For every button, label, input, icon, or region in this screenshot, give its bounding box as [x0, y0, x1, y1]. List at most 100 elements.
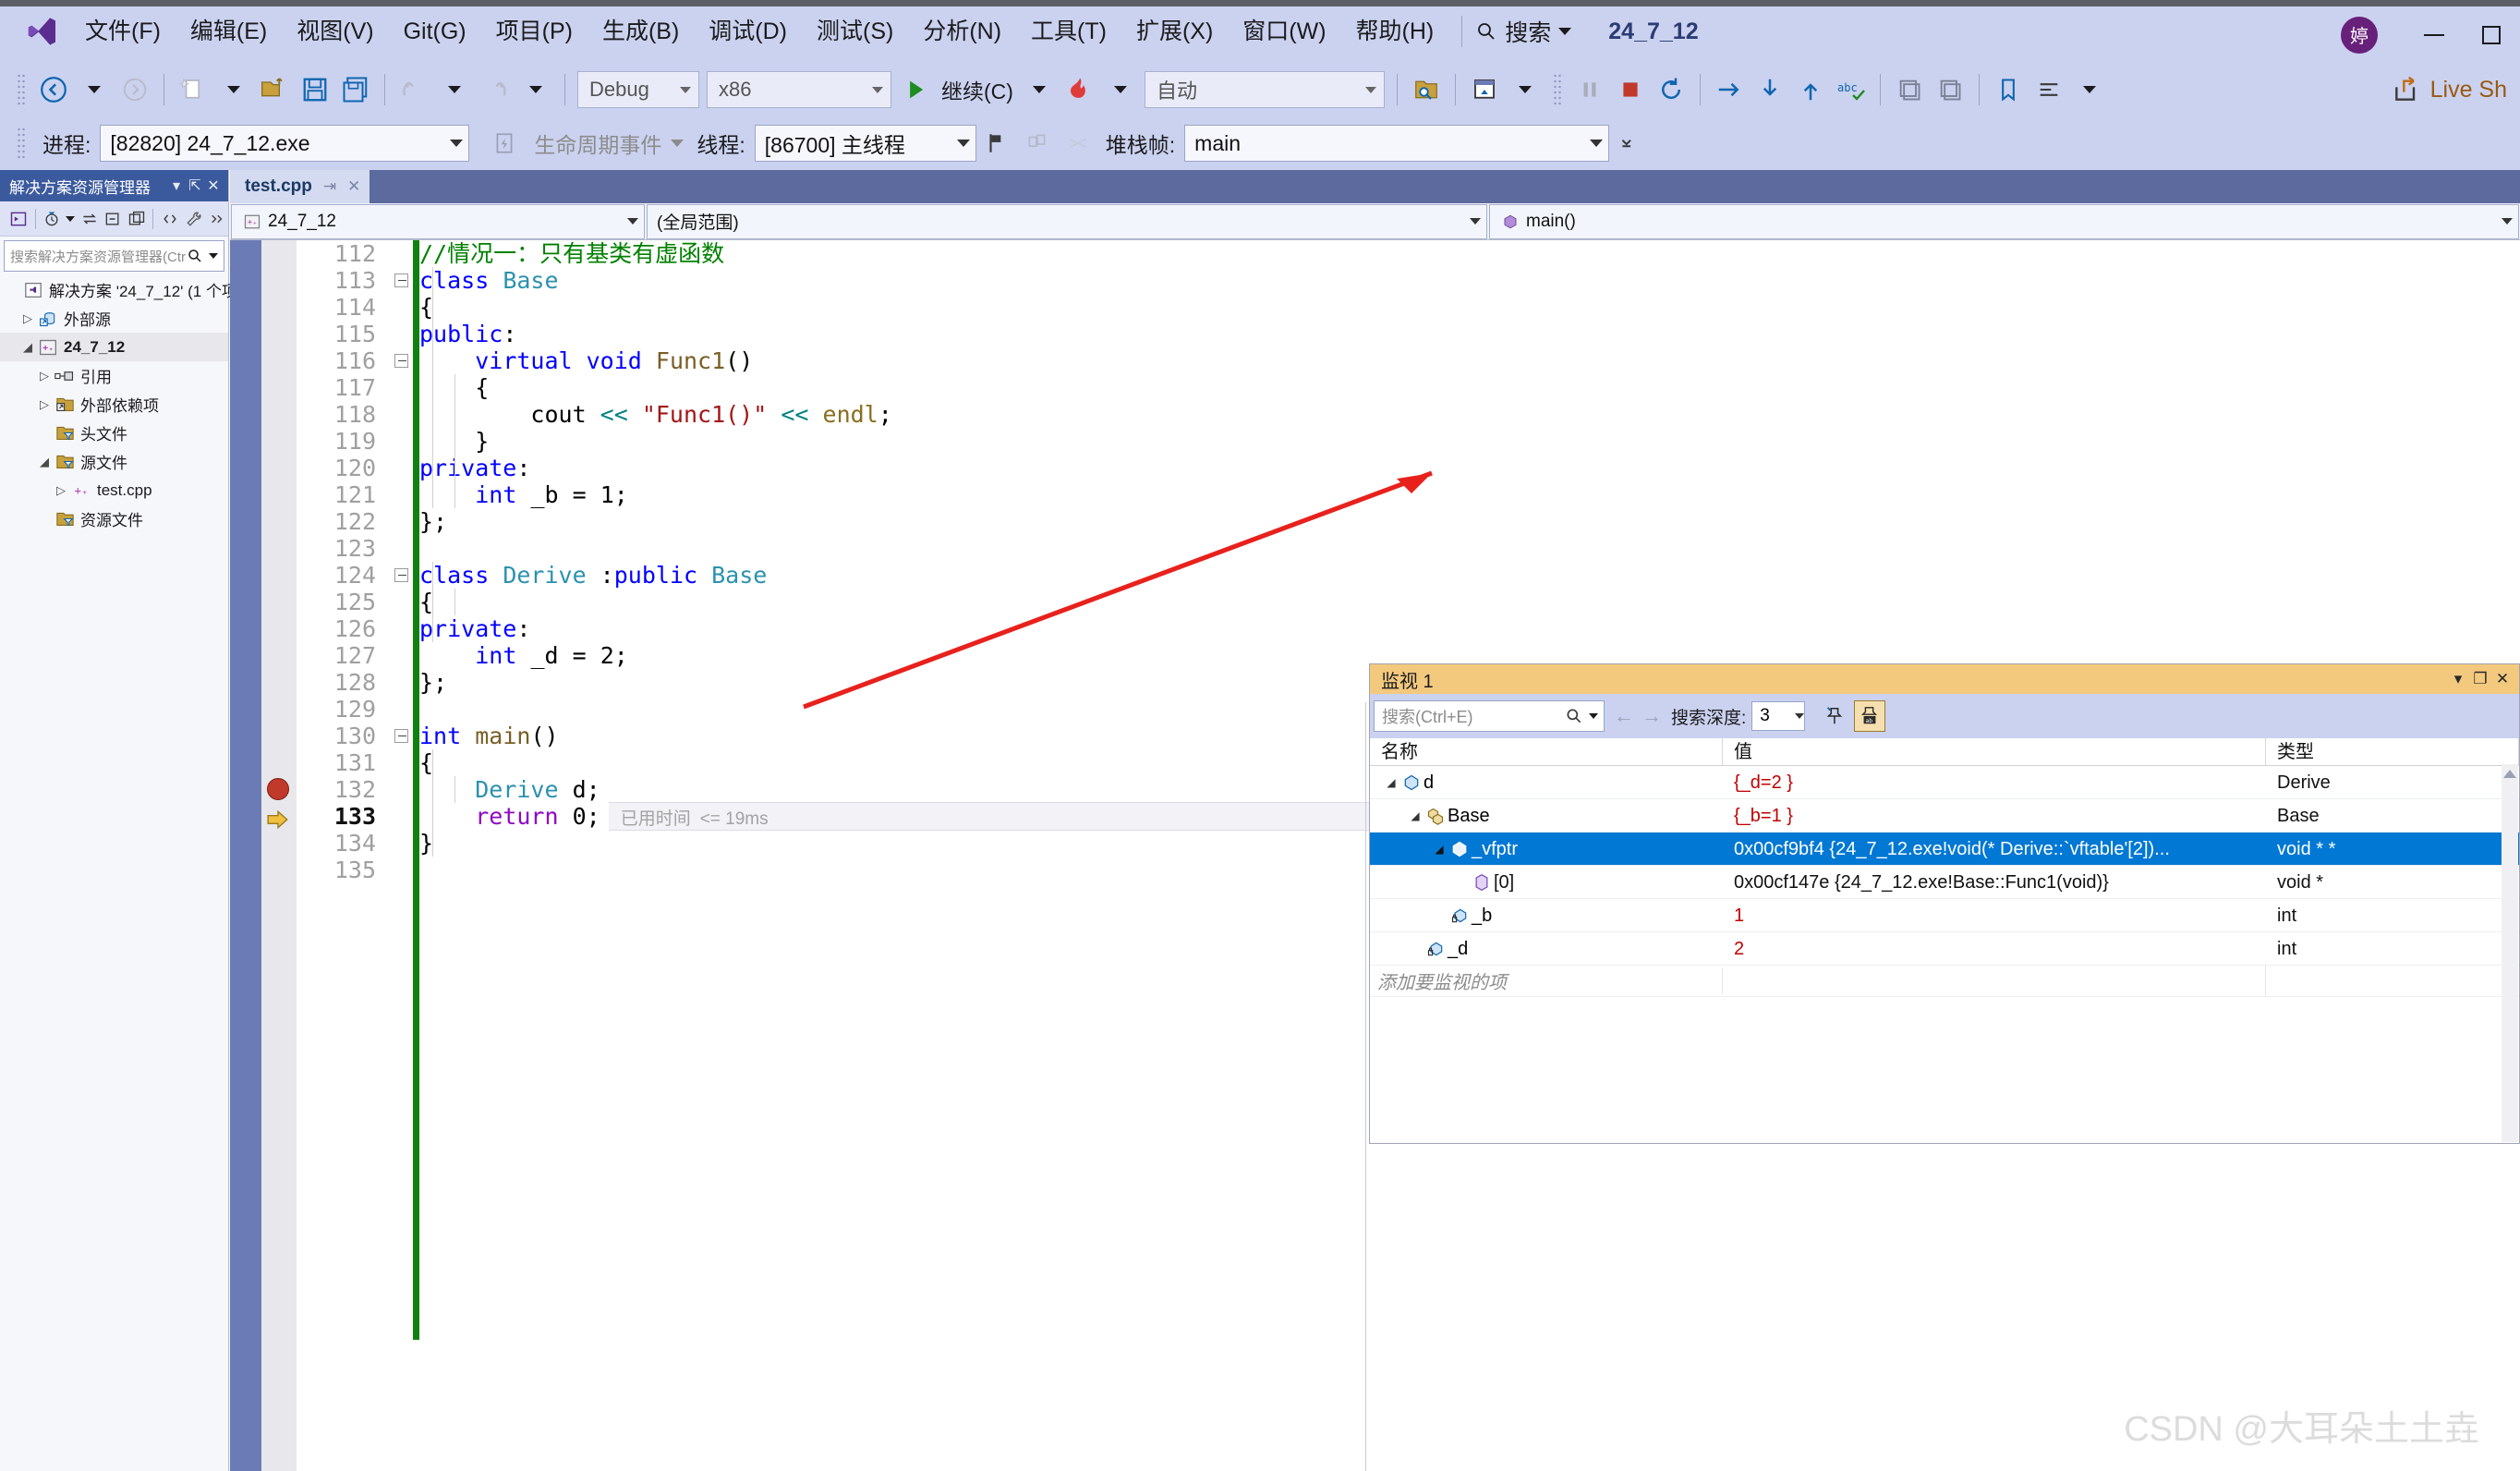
watch-row-name-cell[interactable]: _d [1370, 932, 1723, 966]
save-button[interactable] [295, 69, 335, 110]
tree-item-header-files[interactable]: 头文件 [0, 419, 228, 447]
search-depth-combo[interactable]: 3 [1751, 701, 1806, 731]
undo-button[interactable] [394, 69, 434, 110]
pin-icon[interactable]: ⇱ [186, 176, 204, 195]
redo-dropdown[interactable] [515, 69, 556, 110]
fold-toggle[interactable] [389, 562, 413, 589]
close-icon[interactable]: ✕ [2491, 670, 2514, 688]
tree-item-resource-files[interactable]: 资源文件 [0, 505, 228, 533]
step-into-button[interactable] [1709, 69, 1750, 110]
tree-item-test-cpp[interactable]: ▷ +₊ test.cpp [0, 476, 228, 505]
chevron-down-icon[interactable] [65, 206, 77, 232]
code-view-icon[interactable] [159, 206, 181, 232]
hex-display-button[interactable]: ab [1854, 700, 1886, 732]
watch-scrollbar[interactable] [2502, 764, 2518, 1142]
save-all-button[interactable] [335, 69, 376, 110]
watch-row-name-cell[interactable]: ◢ d [1370, 766, 1723, 799]
new-window-icon[interactable] [126, 206, 148, 232]
navigate-back-dropdown[interactable] [74, 69, 115, 110]
menu-file[interactable]: 文件(F) [70, 15, 176, 49]
pin-button[interactable] [1818, 700, 1849, 732]
menu-extensions[interactable]: 扩展(X) [1121, 15, 1228, 49]
avatar[interactable]: 婷 [2341, 16, 2378, 54]
step-out-button[interactable] [1790, 69, 1831, 110]
solution-platform-combo[interactable]: x86 [707, 71, 891, 108]
flag-thread-button[interactable] [976, 123, 1017, 164]
fold-margin[interactable] [389, 240, 413, 1471]
minimize-button[interactable] [2405, 6, 2463, 63]
fold-toggle[interactable] [389, 723, 413, 749]
redo-button[interactable] [475, 69, 515, 110]
tree-arrow[interactable]: ▷ [35, 397, 54, 412]
watch-value[interactable]: 1 [1723, 899, 2266, 932]
fold-toggle[interactable] [389, 347, 413, 374]
solution-explorer-search[interactable]: 搜索解决方案资源管理器(Ctrl+; [4, 240, 224, 272]
collapse-all-icon[interactable] [102, 206, 124, 232]
menu-build[interactable]: 生成(B) [588, 15, 694, 49]
watch-row[interactable]: ◢ Base {_b=1 } Base [1370, 799, 2519, 833]
watch-row[interactable]: [0] 0x00cf147e {24_7_12.exe!Base::Func1(… [1370, 866, 2519, 899]
navigate-forward-button[interactable] [115, 69, 155, 110]
show-threads-button[interactable] [1017, 123, 1058, 164]
column-header-type[interactable]: 类型 [2266, 738, 2519, 765]
expand-arrow[interactable]: ◢ [1431, 833, 1448, 866]
debug-toolbar-overflow[interactable] [1609, 123, 1650, 164]
continue-label[interactable]: 继续(C) [941, 74, 1013, 105]
menu-help[interactable]: 帮助(H) [1341, 15, 1449, 49]
new-file-dropdown[interactable] [213, 69, 254, 110]
menu-git[interactable]: Git(G) [389, 15, 481, 49]
nav-scope-combo[interactable]: (全局范围) [647, 203, 1487, 239]
global-search[interactable]: 搜索 [1475, 15, 1572, 48]
thread-combo[interactable]: [86700] 主线程 [754, 125, 976, 162]
expand-arrow[interactable]: ◢ [1383, 766, 1399, 799]
watch-row[interactable]: _d 2 int [1370, 932, 2519, 966]
menu-project[interactable]: 项目(P) [481, 15, 588, 49]
tree-arrow[interactable]: ▷ [35, 369, 54, 383]
stackframe-combo[interactable]: main [1184, 125, 1610, 162]
open-file-button[interactable] [254, 69, 295, 110]
live-share-button[interactable]: Live Sh [2392, 75, 2507, 104]
menu-debug[interactable]: 调试(D) [694, 15, 802, 49]
watch-search-input[interactable]: 搜索(Ctrl+E) [1374, 700, 1605, 732]
lifecycle-events-button[interactable] [484, 123, 525, 164]
column-header-name[interactable]: 名称 [1370, 738, 1723, 765]
watch-add-row[interactable]: 添加要监视的项 [1370, 965, 2519, 997]
tree-arrow[interactable]: ▷ [18, 311, 37, 326]
navigate-back-button[interactable] [33, 69, 74, 110]
hot-reload-button[interactable] [1060, 69, 1100, 110]
tree-item-external-dependencies[interactable]: ▷ 外部依赖项 [0, 390, 228, 419]
chevron-down-icon[interactable]: ▾ [167, 176, 186, 195]
toolbar-grip[interactable] [17, 73, 26, 106]
tree-item-references[interactable]: ▷ 引用 [0, 361, 228, 390]
fold-toggle[interactable] [389, 267, 413, 294]
watch-row-name-cell[interactable]: [0] [1370, 866, 1723, 899]
watch-value[interactable]: 0x00cf9bf4 {24_7_12.exe!void(* Derive::`… [1723, 833, 2266, 866]
breakpoint-margin[interactable] [261, 240, 297, 1471]
uncomment-button[interactable] [1930, 69, 1970, 110]
close-icon[interactable]: ✕ [347, 177, 360, 196]
find-in-files-button[interactable] [1406, 69, 1447, 110]
watch-row-selected[interactable]: ◢ _vfptr 0x00cf9bf4 {24_7_12.exe!void(* … [1370, 833, 2519, 866]
watch-row[interactable]: _b 1 int [1370, 899, 2519, 932]
tab-test-cpp[interactable]: test.cpp ⇥ ✕ [230, 170, 370, 203]
outline-dropdown[interactable] [2069, 69, 2110, 110]
nav-member-combo[interactable]: main() [1489, 203, 2519, 239]
solution-view-icon[interactable] [7, 206, 30, 232]
arrow-right-icon[interactable]: → [1638, 704, 1666, 728]
restart-button[interactable] [1651, 69, 1691, 110]
tree-item-solution[interactable]: 解决方案 '24_7_12' (1 个项目，共 [0, 275, 285, 304]
hot-reload-dropdown[interactable] [1100, 69, 1141, 110]
tree-item-source-files[interactable]: ◢ 源文件 [0, 447, 228, 476]
scroll-up-icon[interactable] [2503, 770, 2516, 778]
tree-item-project[interactable]: ◢ +₊ 24_7_12 [0, 333, 228, 361]
close-icon[interactable]: ✕ [204, 176, 223, 195]
chevron-down-icon[interactable] [1589, 713, 1598, 719]
watch-value[interactable]: {_b=1 } [1723, 799, 2266, 833]
menu-view[interactable]: 视图(V) [282, 15, 388, 49]
solution-configuration-combo[interactable]: Debug [577, 71, 699, 108]
float-icon[interactable]: ❐ [2469, 670, 2491, 688]
watch-value[interactable]: 0x00cf147e {24_7_12.exe!Base::Func1(void… [1723, 866, 2266, 899]
tree-arrow[interactable]: ◢ [18, 340, 37, 355]
properties-icon[interactable] [183, 206, 205, 232]
outline-button[interactable] [2029, 69, 2069, 110]
